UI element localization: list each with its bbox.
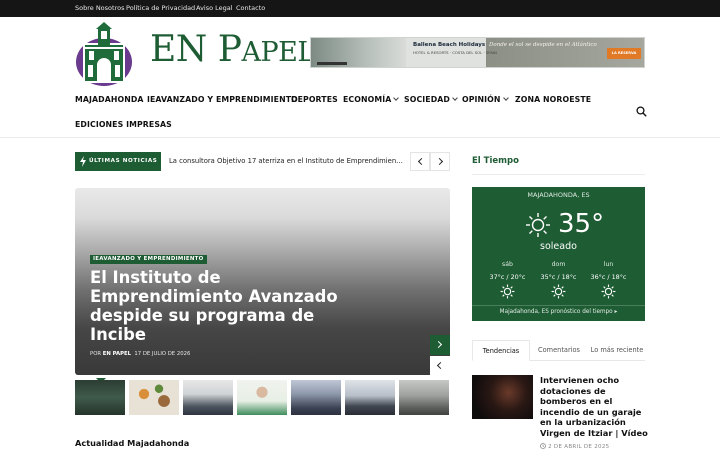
article-title[interactable]: Intervienen ocho dotaciones de bomberos … — [540, 375, 648, 439]
sidebar-divider — [472, 174, 645, 175]
nav-opinion[interactable]: OPINIÓN — [462, 95, 509, 104]
tab-lo-mas-reciente[interactable]: Lo más reciente — [588, 340, 646, 361]
chevron-down-icon — [452, 95, 458, 101]
forecast-range: 35°c / 18°c — [540, 273, 577, 281]
hero-date: 17 DE JULIO DE 2026 — [134, 351, 191, 357]
sun-icon — [601, 284, 616, 299]
clock-icon — [540, 442, 546, 449]
nav-ieavanzado[interactable]: IEAVANZADO Y EMPRENDIMIENTO — [147, 95, 298, 104]
hero-prev-button[interactable] — [430, 356, 450, 375]
chevron-right-icon — [435, 157, 444, 166]
hero-category[interactable]: IEAVANZADO Y EMPRENDIMIENTO — [90, 255, 207, 264]
slider-thumb[interactable] — [237, 380, 287, 415]
hero-meta: POR EN PAPEL 17 DE JULIO DE 2026 — [90, 351, 190, 357]
site-logo[interactable] — [74, 21, 134, 87]
weather-widget-title: El Tiempo — [472, 156, 519, 166]
ticker-prev-button[interactable] — [410, 152, 430, 171]
nav-zona-noroeste[interactable]: ZONA NOROESTE — [515, 95, 591, 104]
nav-majadahonda[interactable]: MAJADAHONDA — [75, 95, 144, 104]
hero-next-button[interactable] — [430, 335, 450, 355]
ad-banner[interactable]: Ballena Beach Holidays HOTEL & RESORTS ·… — [310, 37, 645, 68]
weather-location: MAJADAHONDA, ES — [527, 191, 590, 199]
slider-thumb[interactable] — [345, 380, 395, 415]
hero-by: POR — [90, 351, 102, 357]
slider-thumb[interactable] — [399, 380, 449, 415]
nav-sociedad[interactable]: SOCIEDAD — [404, 95, 458, 104]
weather-temperature: 35° — [558, 209, 605, 239]
article-date-text: 2 DE ABRIL DE 2025 — [548, 444, 610, 450]
ticker-headline[interactable]: La consultora Objetivo 17 aterriza en el… — [169, 157, 405, 165]
tab-tendencias[interactable]: Tendencias — [472, 340, 530, 361]
slider-thumb[interactable] — [129, 380, 179, 415]
topbar-link-aviso[interactable]: Aviso Legal — [196, 4, 233, 12]
hero-title[interactable]: El Instituto de Emprendimiento Avanzado … — [90, 268, 370, 344]
ad-subtitle: HOTEL & RESORTS · COSTA DEL SOL · SPAIN — [413, 50, 497, 55]
search-icon[interactable] — [636, 106, 647, 117]
brand-main: EN P — [150, 29, 242, 70]
section-title: Actualidad Majadahonda — [75, 438, 190, 448]
chevron-down-icon — [502, 95, 509, 101]
article-thumbnail[interactable] — [472, 375, 533, 419]
forecast-range: 37°c / 20°c — [489, 273, 526, 281]
weather-description: soleado — [540, 241, 577, 252]
sun-icon — [551, 284, 566, 299]
chevron-down-icon — [393, 95, 400, 101]
forecast-range: 36°c / 18°c — [590, 273, 627, 281]
article-date: 2 DE ABRIL DE 2025 — [540, 442, 609, 450]
hero-author[interactable]: EN PAPEL — [103, 351, 131, 357]
ad-badge — [317, 62, 347, 65]
brand-wordmark[interactable]: EN PAPEL — [150, 29, 315, 70]
weather-footer-divider — [472, 305, 645, 306]
nav-ediciones[interactable]: EDICIONES IMPRESAS — [75, 120, 172, 129]
tab-comentarios[interactable]: Comentarios — [530, 340, 588, 361]
weather-widget: MAJADAHONDA, ES soleado — [472, 187, 645, 321]
lightning-bolt-icon — [80, 156, 86, 167]
ad-tagline: Donde el sol se despide en el Atlántico — [489, 42, 597, 48]
topbar-link-privacidad[interactable]: Política de Privacidad — [126, 4, 195, 12]
slider-thumb[interactable] — [291, 380, 341, 415]
nav-deportes[interactable]: DEPORTES — [291, 95, 338, 104]
chevron-left-icon — [417, 157, 426, 166]
ad-cta-button[interactable]: LA RESERVA — [607, 48, 641, 59]
forecast-day: sáb — [502, 261, 513, 268]
nav-economia[interactable]: ECONOMÍA — [343, 95, 400, 104]
ad-title: Ballena Beach Holidays — [413, 42, 486, 48]
building-crest-icon — [76, 22, 132, 86]
forecast-day: lun — [603, 261, 614, 268]
top-bar: Sobre Nosotros Política de Privacidad Av… — [0, 0, 720, 17]
nav-divider — [0, 137, 720, 138]
ticker-next-button[interactable] — [430, 152, 450, 171]
ticker-badge: ÚLTIMAS NOTICIAS — [75, 152, 161, 171]
weather-forecast-link[interactable]: Majadahonda, ES pronóstico del tiempo ▸ — [472, 309, 645, 315]
topbar-link-contacto[interactable]: Contacto — [236, 4, 265, 12]
sun-icon — [526, 213, 550, 237]
chevron-right-icon — [434, 340, 443, 349]
sun-icon — [500, 284, 515, 299]
brand-small: APEL — [241, 37, 315, 68]
chevron-left-icon — [436, 361, 445, 370]
slider-thumb[interactable] — [75, 380, 125, 415]
slider-thumb[interactable] — [183, 380, 233, 415]
topbar-link-sobre[interactable]: Sobre Nosotros — [75, 4, 124, 12]
forecast-day: dom — [551, 261, 566, 268]
